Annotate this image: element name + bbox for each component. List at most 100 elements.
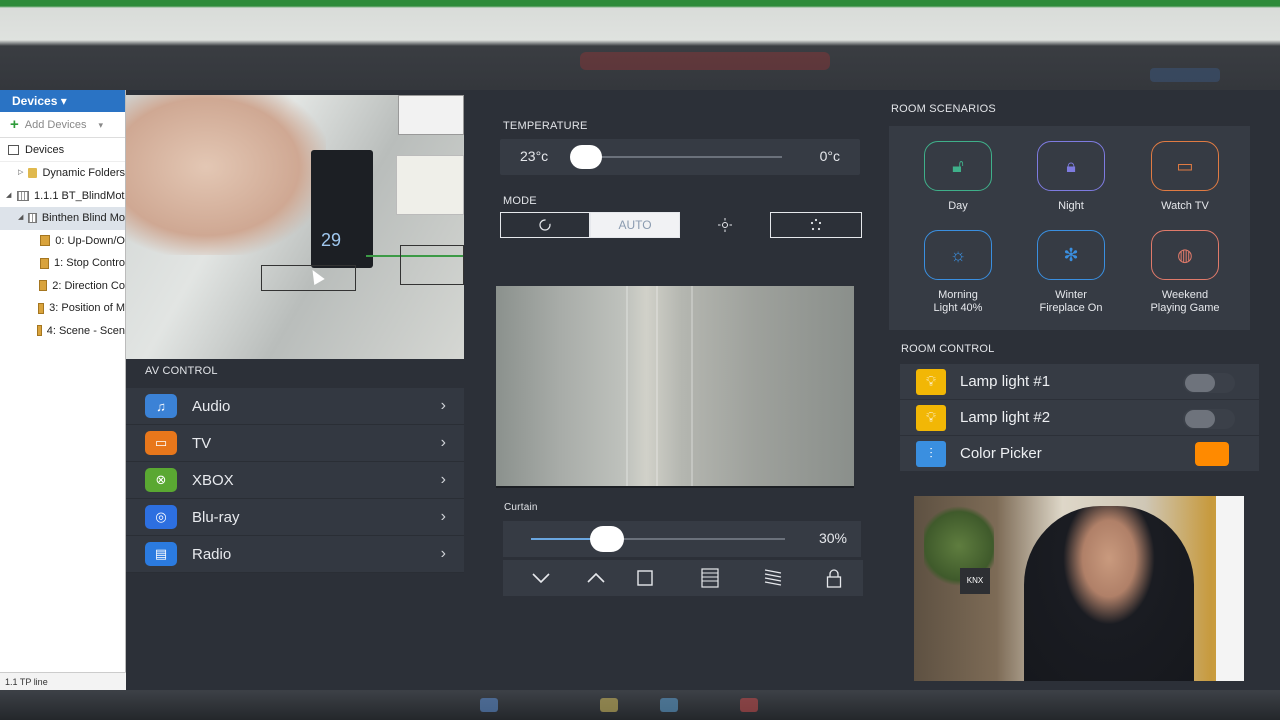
lamp-toggle[interactable] xyxy=(1183,409,1235,429)
setpoint-temperature: 0°c xyxy=(819,148,840,164)
temperature-track[interactable] xyxy=(586,156,782,158)
av-item-xbox[interactable]: ⊗ XBOX › xyxy=(126,462,464,499)
status-bar: 1.1 TP line xyxy=(0,672,126,690)
room-control-label: Lamp light #2 xyxy=(960,409,1051,426)
devices-dropdown[interactable]: Devices ▾ xyxy=(0,90,125,112)
scenario-label: Watch TV xyxy=(1161,200,1209,212)
chevron-right-icon: › xyxy=(440,471,446,488)
scenario-button[interactable]: ▭ Watch TV xyxy=(1130,141,1240,213)
tree-item[interactable]: ▷ Dynamic Folders xyxy=(0,162,125,185)
curtain-slider[interactable]: 30% xyxy=(503,521,861,557)
expander-icon[interactable]: ▷ xyxy=(18,162,23,185)
av-item-tv[interactable]: ▭ TV › xyxy=(126,425,464,462)
blind-tilt-button[interactable] xyxy=(760,566,786,590)
taskbar-app-icon[interactable] xyxy=(660,698,678,712)
mode-off-button[interactable] xyxy=(500,212,590,238)
chevron-right-icon: › xyxy=(440,434,446,451)
curtain-down-button[interactable] xyxy=(528,566,554,590)
chevron-right-icon: › xyxy=(440,397,446,414)
tree-item[interactable]: 1: Stop Contro xyxy=(0,252,125,275)
av-item-audio[interactable]: ♫ Audio › xyxy=(126,388,464,425)
devices-icon xyxy=(8,144,19,155)
tree-item-label: 1: Stop Contro xyxy=(54,257,125,269)
scenario-button[interactable]: 🔒︎ Night xyxy=(1016,141,1126,213)
bluray-icon: ◎ xyxy=(145,505,177,529)
tree-item[interactable]: 3: Position of M xyxy=(0,297,125,320)
tree-item[interactable]: 0: Up-Down/O xyxy=(0,230,125,253)
chevron-up-icon xyxy=(587,572,605,583)
tree-item-label: 1.1.1 BT_BlindMot xyxy=(34,189,125,202)
tree-item[interactable]: 2: Direction Co xyxy=(0,275,125,298)
folder-icon xyxy=(28,168,38,179)
scenario-label: Day xyxy=(948,200,968,212)
scenario-button[interactable]: ◍ Weekend Playing Game xyxy=(1130,230,1240,315)
av-item-radio[interactable]: ▤ Radio › xyxy=(126,536,464,573)
taskbar-app-icon[interactable] xyxy=(600,698,618,712)
plus-icon: + xyxy=(10,115,19,133)
av-item-label: Blu-ray xyxy=(192,508,240,526)
mode-auto-button[interactable]: AUTO xyxy=(590,212,680,238)
tree-item[interactable]: ◢ Binthen Blind Mo xyxy=(0,207,125,230)
outline-box xyxy=(261,265,356,291)
room-control-item: 💡︎ Lamp light #1 xyxy=(900,364,1259,400)
curtain-up-button[interactable] xyxy=(583,566,609,590)
mode-snow-button[interactable] xyxy=(770,212,862,238)
av-control-list: ♫ Audio › ▭ TV › ⊗ XBOX › ◎ Blu-ray › ▤ Radio › xyxy=(126,388,464,573)
knx-visualization: 29 AV CONTROL ♫ Audio › ▭ TV › ⊗ XBOX › ◎ Blu-ray ›… xyxy=(126,90,1280,690)
lamp-toggle[interactable] xyxy=(1183,373,1235,393)
room-control-title: ROOM CONTROL xyxy=(901,343,995,355)
blurred-window-titlebar xyxy=(0,0,1280,90)
scenario-button[interactable]: 🔓︎ Day xyxy=(903,141,1013,213)
bulb-icon: 💡︎ xyxy=(916,404,946,431)
object-icon xyxy=(39,235,51,247)
device-icon xyxy=(17,190,29,201)
av-item-label: Radio xyxy=(192,545,232,563)
banner-image xyxy=(1216,496,1244,681)
scenario-label: Morning Light 40% xyxy=(933,289,983,314)
tree-item-label: 3: Position of M xyxy=(49,302,125,314)
room-control-list: 💡︎ Lamp light #1 💡︎ Lamp light #2 ⫶ Color Pic… xyxy=(900,364,1259,472)
devices-root-node[interactable]: Devices xyxy=(0,138,125,162)
blind-closed-button[interactable] xyxy=(697,566,723,590)
curtain-fold xyxy=(656,286,658,486)
mode-sun-button[interactable] xyxy=(680,212,770,238)
room-scenarios-panel: 🔓︎ Day 🔒︎ Night ▭ Watch TV ☼ Morning Light 40% ✻… xyxy=(889,126,1250,330)
taskbar-app-icon[interactable] xyxy=(480,698,498,712)
temperature-title: TEMPERATURE xyxy=(503,120,588,132)
mode-selector: AUTO xyxy=(500,212,862,239)
chevron-down-icon xyxy=(532,573,550,584)
curtain-stop-button[interactable] xyxy=(632,566,658,590)
av-item-bluray[interactable]: ◎ Blu-ray › xyxy=(126,499,464,536)
refresh-icon xyxy=(539,219,551,231)
sliders-icon: ⫶ xyxy=(916,440,946,467)
mode-title: MODE xyxy=(503,195,537,207)
blind-tilt-icon xyxy=(764,569,782,586)
curtain-title: Curtain xyxy=(504,502,538,513)
chevron-down-icon[interactable]: ▾ xyxy=(99,112,104,138)
ets-device-panel: Devices ▾ + Add Devices ▾ Devices ▷ Dynam… xyxy=(0,90,126,690)
blurred-title xyxy=(580,52,830,70)
expander-icon[interactable]: ◢ xyxy=(18,207,23,230)
tree-item[interactable]: 4: Scene - Scen xyxy=(0,320,125,343)
hand-image xyxy=(126,95,326,255)
tree-item-label: 4: Scene - Scen xyxy=(46,324,125,337)
camera-feed: 29 xyxy=(126,95,464,359)
scenario-button[interactable]: ☼ Morning Light 40% xyxy=(903,230,1013,315)
curtain-lock-button[interactable] xyxy=(821,566,847,590)
tree-item[interactable]: ◢ 1.1.1 BT_BlindMot xyxy=(0,185,125,208)
monitor-icon: ▭ xyxy=(1151,141,1219,191)
switch-panel-image xyxy=(396,155,464,215)
temperature-knob[interactable] xyxy=(570,145,602,169)
room-control-item: ⫶ Color Picker xyxy=(900,436,1259,472)
tree-item-label: Dynamic Folders xyxy=(42,167,125,179)
object-icon xyxy=(39,257,50,269)
scenario-button[interactable]: ✻ Winter Fireplace On xyxy=(1016,230,1126,315)
curtain-knob[interactable] xyxy=(590,526,625,552)
expander-icon[interactable]: ◢ xyxy=(6,185,12,208)
color-swatch[interactable] xyxy=(1195,442,1229,466)
add-devices-button[interactable]: + Add Devices ▾ xyxy=(0,112,125,138)
taskbar-app-icon[interactable] xyxy=(740,698,758,712)
temperature-slider[interactable]: 23°c 0°c xyxy=(500,139,860,175)
screen-value: 29 xyxy=(321,230,342,250)
chevron-right-icon: › xyxy=(440,545,446,562)
